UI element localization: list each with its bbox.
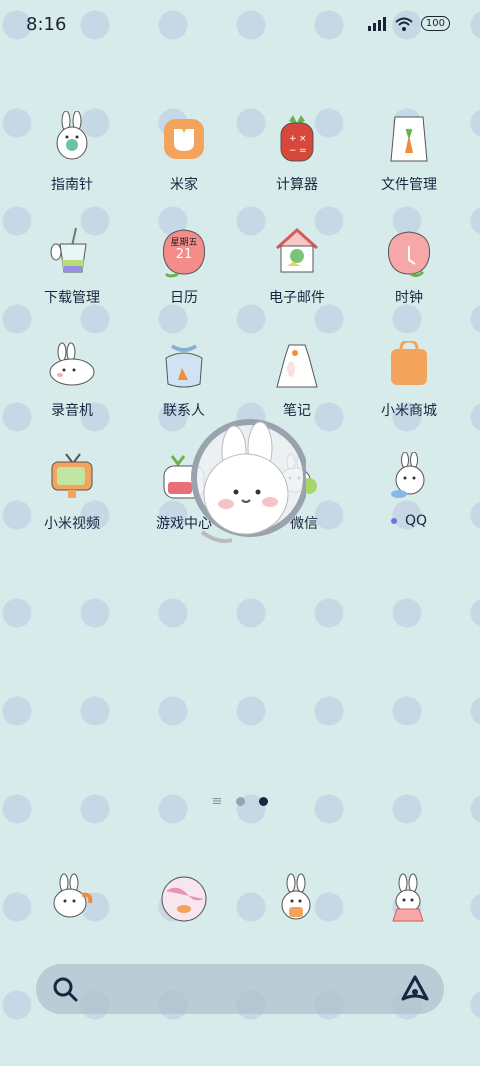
app-label: 时钟 <box>395 290 423 306</box>
house-mail-icon <box>268 223 326 281</box>
shopping-bag-icon <box>380 336 438 394</box>
tv-video-icon <box>43 449 101 507</box>
app-label: 指南针 <box>51 177 93 193</box>
search-icon[interactable] <box>52 976 78 1002</box>
app-label: 小米视频 <box>44 516 100 532</box>
floating-assistant-ball[interactable] <box>188 412 309 552</box>
page-indicator: ≡ <box>0 794 480 809</box>
calendar-date: 21 <box>175 247 193 262</box>
app-label: 米家 <box>170 177 198 193</box>
app-mi-video[interactable]: 小米视频 <box>12 449 132 533</box>
bunny-compass-icon <box>43 110 101 168</box>
new-indicator <box>390 518 397 524</box>
carrot-calculator-icon: + × − = <box>268 110 326 168</box>
app-calculator[interactable]: + × − = 计算器 <box>237 110 357 194</box>
dock-browser[interactable] <box>124 870 244 928</box>
app-mijia[interactable]: 米家 <box>124 110 244 194</box>
bunny-camera-icon <box>380 870 438 928</box>
app-contacts[interactable]: 联系人 <box>124 336 244 420</box>
app-notes[interactable]: 笔记 <box>237 336 357 420</box>
app-clock[interactable]: 时钟 <box>349 223 469 307</box>
status-bar: 8:16 100 <box>0 0 480 50</box>
app-label: 日历 <box>170 290 198 306</box>
xiaoai-icon[interactable] <box>400 974 430 1004</box>
wifi-icon <box>395 17 413 31</box>
bunny-phone-icon <box>43 870 101 928</box>
app-compass[interactable]: 指南针 <box>12 110 132 194</box>
status-time: 8:16 <box>26 14 67 35</box>
cup-download-icon <box>43 223 101 281</box>
dock-camera[interactable] <box>349 870 469 928</box>
bunny-recorder-icon <box>43 336 101 394</box>
planet-browser-icon <box>155 870 213 928</box>
app-qq[interactable]: QQ <box>349 449 469 529</box>
dock-messages[interactable] <box>237 870 357 928</box>
app-mi-store[interactable]: 小米商城 <box>349 336 469 420</box>
peach-calendar-icon: 星期五 21 <box>155 223 213 281</box>
svg-text:×: × <box>299 134 307 144</box>
svg-text:=: = <box>299 146 307 156</box>
page-dot-active[interactable] <box>259 797 269 806</box>
bunny-assistant-icon <box>191 419 309 543</box>
dress-notes-icon <box>268 336 326 394</box>
app-label: QQ <box>349 513 469 529</box>
app-label: 小米商城 <box>381 403 437 419</box>
page-dot[interactable] <box>236 797 246 806</box>
app-file-manager[interactable]: 文件管理 <box>349 110 469 194</box>
app-email[interactable]: 电子邮件 <box>237 223 357 307</box>
menu-lines-icon[interactable]: ≡ <box>212 794 223 809</box>
qq-icon <box>380 449 438 507</box>
bunny-messages-icon <box>268 870 326 928</box>
app-label: 计算器 <box>276 177 318 193</box>
app-label: 电子邮件 <box>269 290 325 306</box>
peach-clock-icon <box>380 223 438 281</box>
app-label: 文件管理 <box>381 177 437 193</box>
app-label: 下载管理 <box>44 290 100 306</box>
carrot-file-icon <box>380 110 438 168</box>
svg-text:+: + <box>289 134 297 144</box>
signal-icon <box>367 16 386 31</box>
svg-text:−: − <box>289 146 297 156</box>
mijia-icon <box>155 110 213 168</box>
app-recorder[interactable]: 录音机 <box>12 336 132 420</box>
app-downloads[interactable]: 下载管理 <box>12 223 132 307</box>
battery-indicator: 100 <box>420 16 450 31</box>
search-bar[interactable] <box>36 964 444 1014</box>
app-label: 录音机 <box>51 403 93 419</box>
app-calendar[interactable]: 星期五 21 日历 <box>124 223 244 307</box>
dock-phone[interactable] <box>12 870 132 928</box>
bag-contacts-icon <box>155 336 213 394</box>
